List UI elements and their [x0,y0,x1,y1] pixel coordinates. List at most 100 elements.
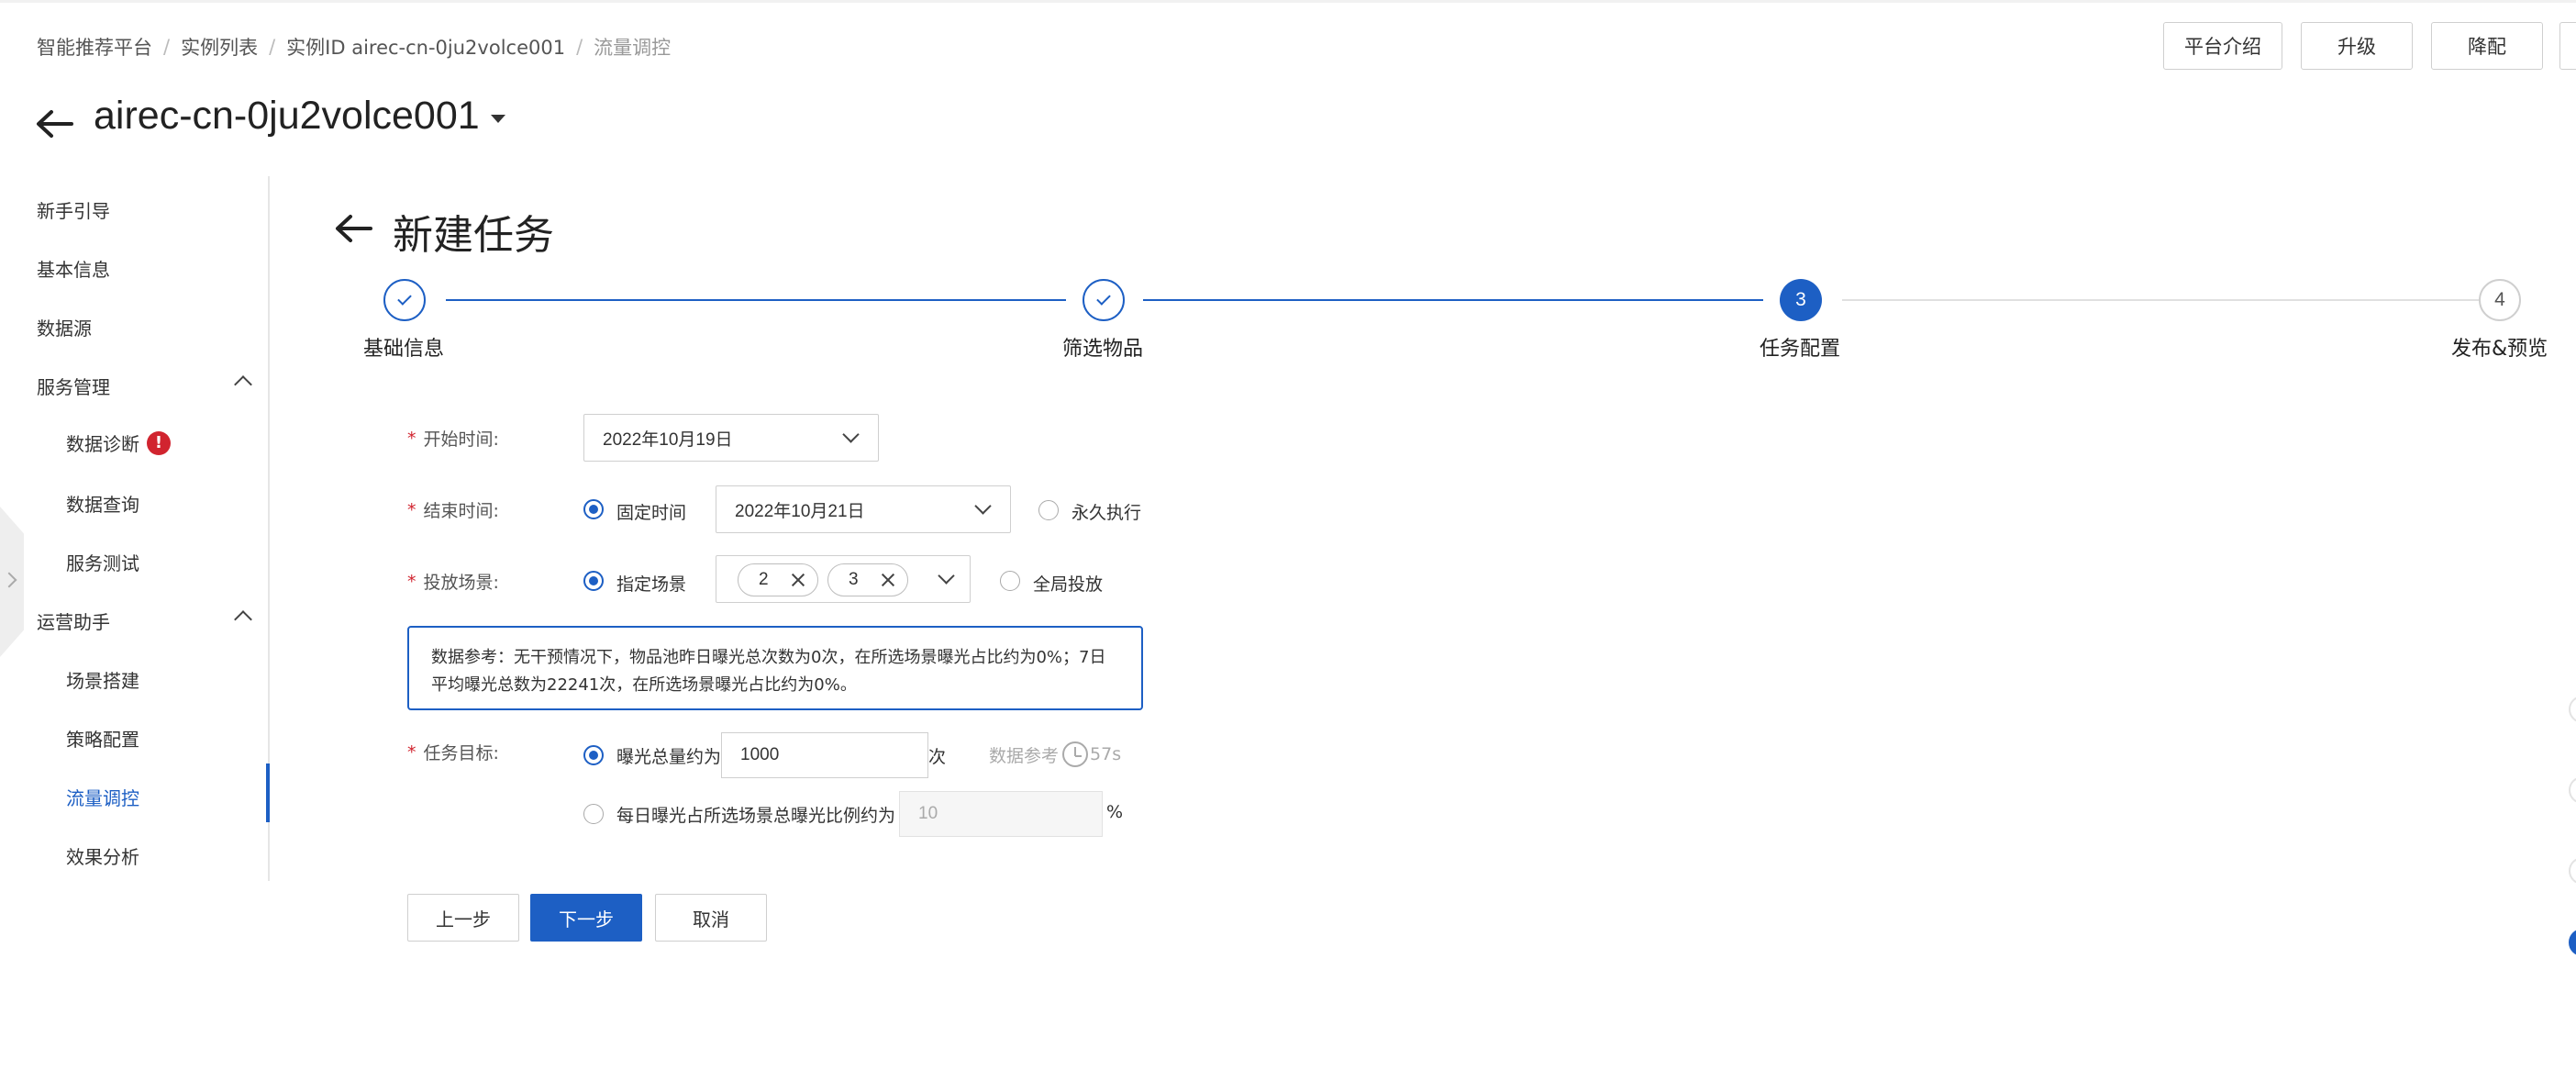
start-time-label: * 开始时间: [407,426,499,451]
back-arrow-icon[interactable] [332,207,374,250]
scene-tag-label: 3 [849,570,859,589]
forever-label[interactable]: 永久执行 [1071,499,1141,524]
breadcrumb-item-instance-id[interactable]: 实例ID airec-cn-0ju2volce001 [286,33,565,61]
sidebar-item-data-diagnosis[interactable]: 数据诊断 ! [66,429,171,456]
target-label: * 任务目标: [407,740,499,764]
chevron-down-icon [842,426,860,443]
active-indicator [266,763,270,822]
scene-label: * 投放场景: [407,569,499,594]
top-divider [0,0,2576,3]
check-icon [1096,291,1111,306]
start-time-value: 2022年10月19日 [603,429,733,450]
floating-tool-button[interactable] [2569,696,2576,723]
check-icon [397,291,412,306]
back-arrow-icon[interactable] [33,103,75,145]
step-2-circle [1083,279,1125,321]
end-time-label: * 结束时间: [407,497,499,522]
exposure-ratio-input[interactable]: 10 [899,791,1103,837]
more-button[interactable] [2559,22,2576,70]
next-step-button[interactable]: 下一步 [530,894,642,942]
start-time-label-text: 开始时间: [423,429,499,450]
exposure-ratio-label[interactable]: 每日曝光占所选场景总曝光比例约为 [616,802,895,827]
exposure-ratio-unit: % [1106,802,1124,822]
scene-tag: 3 [827,563,908,596]
scene-label-text: 投放场景: [423,573,499,593]
sidebar-item-label: 数据诊断 [66,433,139,455]
required-mark: * [407,741,416,763]
form-title: 新建任务 [393,212,554,259]
exposure-total-label[interactable]: 曝光总量约为 [616,743,721,768]
sidebar-item-scene-build[interactable]: 场景搭建 [66,666,139,693]
prev-step-button[interactable]: 上一步 [407,894,519,942]
exposure-total-radio[interactable] [583,745,604,765]
breadcrumb-item-platform[interactable]: 智能推荐平台 [37,33,152,61]
floating-help-button[interactable] [2569,929,2576,956]
floating-tool-button[interactable] [2569,776,2576,804]
scene-tag: 2 [738,563,818,596]
breadcrumb: 智能推荐平台 / 实例列表 / 实例ID airec-cn-0ju2volce0… [37,33,671,61]
data-reference-box: 数据参考：无干预情况下，物品池昨日曝光总次数为0次，在所选场景曝光占比约为0%；… [407,626,1143,710]
chevron-down-icon [974,497,992,515]
required-mark: * [407,499,416,520]
breadcrumb-separator: / [269,36,276,58]
step-1-label: 基础信息 [363,338,445,361]
floating-tool-button[interactable] [2569,857,2576,885]
global-scene-radio[interactable] [1000,571,1020,591]
downgrade-button[interactable]: 降配 [2431,22,2543,70]
breadcrumb-item-instance-list[interactable]: 实例列表 [181,33,258,61]
platform-intro-button[interactable]: 平台介绍 [2163,22,2282,70]
sidebar-item-data-query[interactable]: 数据查询 [66,490,139,517]
sidebar-item-guide[interactable]: 新手引导 [37,196,110,223]
exposure-total-unit: 次 [928,747,947,767]
close-icon[interactable] [790,572,806,588]
required-mark: * [407,571,416,592]
step-connector [1842,299,2479,301]
data-reference-hint: 数据参考 57s [989,741,1121,767]
fixed-time-label[interactable]: 固定时间 [616,499,686,524]
step-connector [446,299,1066,301]
upgrade-button[interactable]: 升级 [2301,22,2413,70]
specified-scene-radio[interactable] [583,571,604,591]
chevron-down-icon [938,567,955,585]
step-3-label: 任务配置 [1760,338,1841,361]
step-connector [1143,299,1763,301]
step-2-label: 筛选物品 [1062,338,1144,361]
step-3-circle: 3 [1780,279,1822,321]
instance-title: airec-cn-0ju2volce001 [94,94,480,138]
forever-radio[interactable] [1038,500,1059,520]
warning-icon: ! [147,430,171,455]
step-4-circle: 4 [2479,279,2521,321]
sidebar-item-strategy-config[interactable]: 策略配置 [66,725,139,752]
sidebar-item-basic-info[interactable]: 基本信息 [37,255,110,282]
clock-icon [1062,741,1089,767]
step-4-label: 发布&预览 [2451,338,2548,361]
end-time-label-text: 结束时间: [423,501,499,521]
step-1-circle [383,279,426,321]
breadcrumb-separator: / [576,36,583,58]
exposure-ratio-radio[interactable] [583,804,604,824]
required-mark: * [407,428,416,449]
hint-label: 数据参考 [989,745,1060,766]
sidebar-item-effect-analysis[interactable]: 效果分析 [66,842,139,869]
breadcrumb-separator: / [163,36,171,58]
hint-time: 57s [1090,744,1122,764]
sidebar-item-datasource[interactable]: 数据源 [37,314,92,340]
breadcrumb-current: 流量调控 [594,37,672,59]
close-icon[interactable] [880,572,896,588]
cancel-button[interactable]: 取消 [655,894,767,942]
target-label-text: 任务目标: [423,743,499,763]
sidebar-group-ops-assistant[interactable]: 运营助手 [37,607,110,634]
sidebar [0,176,270,881]
scene-tag-label: 2 [759,570,769,589]
sidebar-item-service-test[interactable]: 服务测试 [66,549,139,575]
end-time-picker[interactable]: 2022年10月21日 [716,485,1011,533]
sidebar-group-service-mgmt[interactable]: 服务管理 [37,373,110,399]
sidebar-item-traffic-control[interactable]: 流量调控 [66,784,139,810]
fixed-time-radio[interactable] [583,499,604,519]
instance-selector[interactable]: airec-cn-0ju2volce001 [94,94,505,139]
exposure-total-input[interactable]: 1000 [721,732,928,778]
specified-scene-label[interactable]: 指定场景 [616,571,686,596]
start-time-picker[interactable]: 2022年10月19日 [583,414,879,462]
caret-down-icon [490,115,505,123]
global-scene-label[interactable]: 全局投放 [1033,571,1103,596]
